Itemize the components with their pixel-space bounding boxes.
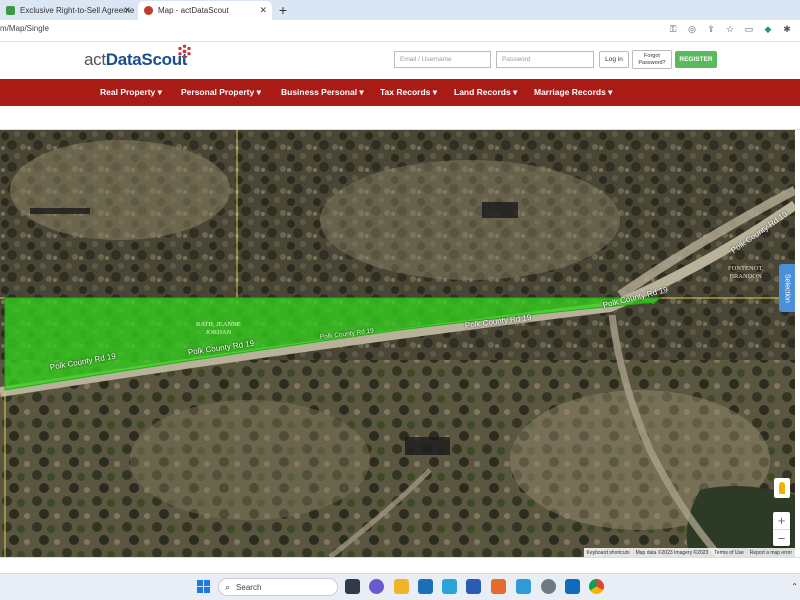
map-imagery: [0, 130, 795, 557]
map-scroll-edge: [795, 130, 800, 557]
satellite-map[interactable]: Polk County Rd 19 Polk County Rd 19 Polk…: [0, 130, 795, 557]
datascout-icon: [144, 6, 153, 15]
nav-marriage-records[interactable]: Marriage Records ▾: [534, 79, 612, 106]
nav-tax-records[interactable]: Tax Records ▾: [380, 79, 437, 106]
map-data-credit: Map data ©2023 Imagery ©2023: [635, 549, 709, 556]
zoom-in-button[interactable]: +: [773, 512, 790, 529]
main-nav: Real Property ▾ Personal Property ▾ Busi…: [0, 79, 800, 106]
nav-personal-property[interactable]: Personal Property ▾: [181, 79, 261, 106]
browser-tab-bar: Exclusive Right-to-Sell Agreeme ✕ Map - …: [0, 0, 800, 20]
email-field[interactable]: Email / Username: [394, 51, 491, 68]
selection-label: Selection: [783, 273, 791, 303]
extensions-puzzle-icon[interactable]: ✱: [782, 24, 792, 35]
extension-icon[interactable]: ◆: [763, 24, 773, 35]
search-label: Search: [236, 582, 262, 592]
task-view-icon[interactable]: [345, 579, 360, 594]
tab-title: Map - actDataScout: [158, 6, 229, 15]
tab-title: Exclusive Right-to-Sell Agreeme: [20, 6, 135, 15]
page-footer-strip: [0, 557, 800, 573]
keyboard-shortcuts-link[interactable]: Keyboard shortcuts: [587, 550, 630, 556]
snipping-tool-icon[interactable]: [491, 579, 506, 594]
share-icon[interactable]: ⇪: [706, 24, 716, 35]
site-logo[interactable]: actDataScout: [84, 50, 187, 70]
parcel-owner-label[interactable]: FONTENOT, BRANDON: [728, 265, 763, 281]
logo-brand: DataScout: [105, 50, 188, 69]
new-tab-button[interactable]: +: [276, 1, 290, 19]
windows-taskbar: ⌕ Search ⌃: [0, 573, 800, 600]
search-icon: ⌕: [225, 581, 231, 592]
close-icon[interactable]: ✕: [259, 5, 267, 16]
selection-panel-toggle[interactable]: Selection: [779, 264, 795, 312]
settings-gear-icon[interactable]: [541, 579, 556, 594]
app-icon[interactable]: [442, 579, 457, 594]
password-field[interactable]: Password: [496, 51, 594, 68]
street-view-pegman-icon[interactable]: [774, 478, 790, 498]
teams-chat-icon[interactable]: [369, 579, 384, 594]
sheet-icon: [6, 6, 15, 15]
chevron-up-icon[interactable]: ⌃: [791, 582, 798, 591]
tab-map-actdatascout[interactable]: Map - actDataScout ✕: [138, 1, 272, 20]
nav-real-property[interactable]: Real Property ▾: [100, 79, 162, 106]
forgot-password-button[interactable]: Forgot Password?: [632, 50, 672, 69]
parcel-owner-label[interactable]: RATH, JEANNE JORDAN: [196, 321, 241, 337]
owner2-line2: BRANDON: [729, 273, 762, 280]
zoom-out-button[interactable]: −: [773, 529, 790, 546]
tab-exclusive-agreement[interactable]: Exclusive Right-to-Sell Agreeme ✕: [0, 1, 136, 20]
owner2-line1: FONTENOT,: [728, 265, 764, 272]
site-header: actDataScout Email / Username Password L…: [0, 42, 800, 79]
owner-line1: RATH, JEANNE: [196, 321, 241, 328]
logo-star-icon: [178, 44, 191, 59]
star-icon[interactable]: ☆: [725, 24, 735, 35]
register-button[interactable]: REGISTER: [675, 51, 717, 68]
browser-toolbar: ⚿ ◎ ⇪ ☆ ▭ ◆ ✱: [668, 24, 792, 35]
address-bar: m/Map/Single ⚿ ◎ ⇪ ☆ ▭ ◆ ✱: [0, 20, 800, 42]
word-icon[interactable]: [466, 579, 481, 594]
nav-land-records[interactable]: Land Records ▾: [454, 79, 517, 106]
login-button[interactable]: Log in: [599, 51, 629, 68]
spacer: [0, 106, 800, 130]
sidebar-icon[interactable]: ▭: [744, 24, 754, 35]
nav-business-personal[interactable]: Business Personal ▾: [281, 79, 364, 106]
outlook-icon[interactable]: [565, 579, 580, 594]
map-attribution: Keyboard shortcuts Map data ©2023 Imager…: [583, 548, 795, 557]
chrome-icon[interactable]: [589, 579, 604, 594]
forgot-line2: Password?: [638, 60, 666, 66]
close-icon[interactable]: ✕: [123, 5, 131, 16]
forgot-line1: Forgot: [644, 53, 660, 59]
url-field[interactable]: m/Map/Single: [0, 24, 49, 33]
store-icon[interactable]: [418, 579, 433, 594]
file-explorer-icon[interactable]: [394, 579, 409, 594]
owner-line2: JORDAN: [205, 329, 232, 336]
photos-icon[interactable]: [516, 579, 531, 594]
report-error-link[interactable]: Report a map error: [750, 550, 792, 556]
key-icon[interactable]: ⚿: [668, 24, 678, 35]
logo-prefix: act: [84, 50, 106, 69]
eye-off-icon[interactable]: ◎: [687, 24, 697, 35]
zoom-control: + −: [773, 512, 790, 546]
taskbar-search[interactable]: ⌕ Search: [218, 578, 338, 596]
windows-start-icon[interactable]: [197, 580, 210, 593]
terms-link[interactable]: Terms of Use: [714, 550, 743, 556]
